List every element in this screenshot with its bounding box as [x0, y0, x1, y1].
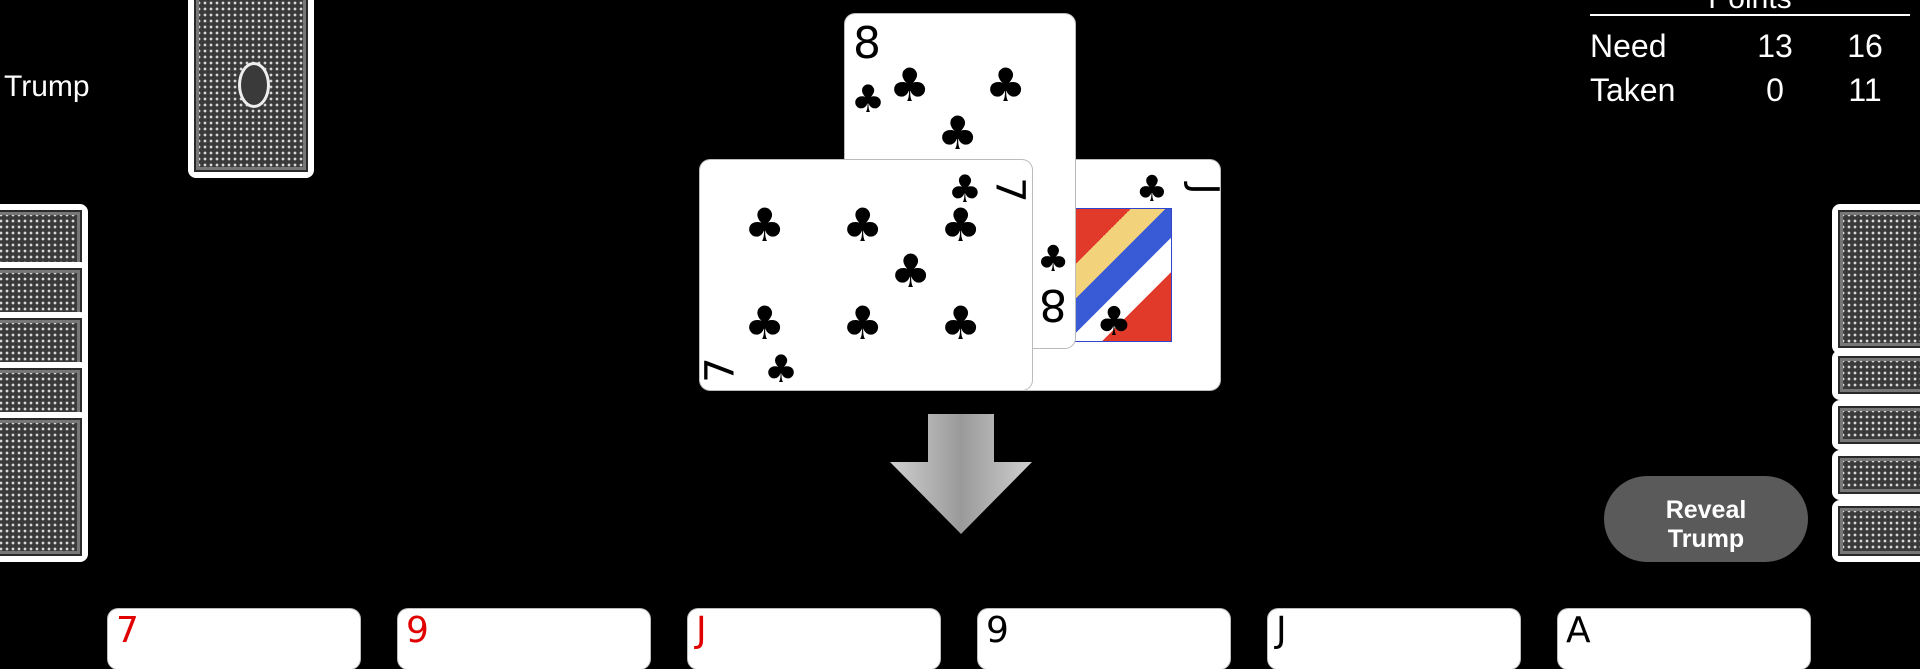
- hand-card[interactable]: 7: [108, 609, 360, 669]
- card-rank: A: [1566, 610, 1591, 651]
- club-icon: ♣: [1135, 169, 1168, 210]
- hand-card[interactable]: 9: [978, 609, 1230, 669]
- reveal-trump-button[interactable]: Reveal Trump: [1604, 476, 1808, 562]
- points-table: Points Need 13 16 Taken 0 11: [1590, 0, 1910, 112]
- trump-card[interactable]: [188, 0, 314, 178]
- card-rank: 8: [853, 18, 881, 69]
- hand-card[interactable]: J: [688, 609, 940, 669]
- club-icon: ♣: [851, 77, 886, 121]
- club-icon: ♣: [890, 244, 932, 298]
- club-icon: ♣: [744, 198, 786, 252]
- card-rank: 7: [116, 610, 139, 651]
- points-header-label: Points: [1590, 0, 1910, 14]
- card-back-pattern: [0, 418, 82, 556]
- points-row-need: Need 13 16: [1590, 24, 1910, 68]
- card-rank: J: [1276, 610, 1287, 651]
- opponent-card-back: [1832, 400, 1920, 450]
- points-row-label: Taken: [1590, 71, 1676, 108]
- card-rank: J: [1182, 183, 1220, 194]
- trump-label: Trump: [4, 70, 90, 103]
- card-back-pattern: [1838, 506, 1920, 556]
- reveal-trump-label-line2: Trump: [1667, 524, 1745, 553]
- card-rank: 9: [406, 610, 429, 651]
- opponent-card-back: [1832, 500, 1920, 562]
- reveal-trump-label-line1: Reveal: [1665, 495, 1747, 524]
- down-arrow-icon: [890, 414, 1032, 534]
- card-rank: J: [696, 610, 707, 651]
- opponent-card-back: [1832, 204, 1920, 354]
- card-back-ornament-icon: [238, 62, 270, 108]
- hand-card[interactable]: J: [1268, 609, 1520, 669]
- card-rank: 7: [986, 177, 1032, 203]
- hand-card[interactable]: A: [1558, 609, 1810, 669]
- points-header: Points: [1590, 0, 1910, 16]
- club-icon: ♣: [937, 106, 979, 160]
- card-back-pattern: [1838, 456, 1920, 494]
- card-back-pattern: [1838, 356, 1920, 394]
- opponent-card-back: [0, 412, 88, 562]
- hand-card[interactable]: 9: [398, 609, 650, 669]
- points-value-team1: 0: [1766, 71, 1784, 108]
- club-icon: ♣: [889, 58, 931, 112]
- card-back-pattern: [1838, 210, 1920, 348]
- club-icon: ♣: [744, 296, 786, 350]
- points-row-taken: Taken 0 11: [1590, 68, 1910, 112]
- club-icon: ♣: [940, 296, 982, 350]
- club-icon: ♣: [940, 198, 982, 252]
- club-icon: ♣: [764, 347, 799, 390]
- card-back-pattern: [1838, 406, 1920, 444]
- card-rank: 8: [1039, 279, 1067, 330]
- card-rank: 7: [700, 357, 744, 383]
- opponent-card-back: [1832, 450, 1920, 500]
- club-icon: ♣: [985, 58, 1027, 112]
- club-icon: ♣: [842, 198, 884, 252]
- trick-card-seven-clubs: 7 ♣ ♣ ♣ ♣ ♣ ♣ ♣ ♣ 7 ♣: [700, 160, 1032, 390]
- points-row-label: Need: [1590, 27, 1667, 64]
- points-value-team2: 11: [1848, 71, 1882, 108]
- opponent-card-back: [1832, 350, 1920, 400]
- club-icon: ♣: [842, 296, 884, 350]
- points-value-team2: 16: [1847, 27, 1883, 64]
- club-icon: ♣: [1037, 239, 1070, 280]
- card-rank: 9: [986, 610, 1009, 651]
- club-icon: ♣: [1096, 299, 1132, 345]
- points-value-team1: 13: [1757, 27, 1793, 64]
